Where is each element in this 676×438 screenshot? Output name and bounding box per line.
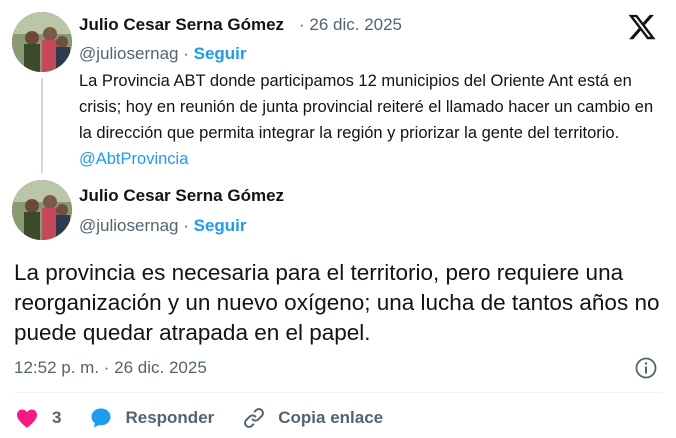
reply-button[interactable]: Responder — [89, 406, 214, 430]
separator: · — [183, 216, 189, 235]
heart-icon — [17, 409, 37, 428]
info-icon[interactable] — [634, 356, 658, 380]
tweet-date[interactable]: · 26 dic. 2025 — [299, 15, 402, 35]
separator: · — [183, 44, 189, 63]
handle-row: @juliosernag · Seguir — [79, 216, 247, 236]
avatar[interactable] — [12, 12, 72, 72]
tweet-text: La provincia es necesaria para el territ… — [14, 260, 660, 345]
reply-label: Responder — [125, 408, 215, 427]
x-logo-icon[interactable] — [626, 12, 658, 42]
link-icon — [244, 408, 265, 428]
copy-link-label: Copia enlace — [278, 408, 384, 427]
thread-line — [41, 78, 43, 173]
divider — [14, 392, 662, 393]
author-handle[interactable]: @juliosernag — [79, 216, 178, 235]
follow-button[interactable]: Seguir — [194, 44, 247, 63]
quoted-tweet-body: La Provincia ABT donde participamos 12 m… — [79, 72, 654, 142]
like-count: 3 — [52, 408, 62, 427]
author-name[interactable]: Julio Cesar Serna Gómez — [79, 186, 284, 206]
author-name[interactable]: Julio Cesar Serna Gómez — [79, 15, 284, 35]
like-button[interactable]: 3 — [14, 406, 61, 430]
author-handle[interactable]: @juliosernag — [79, 44, 178, 63]
action-bar: 3 Responder Copia enlace — [14, 404, 411, 432]
copy-link-button[interactable]: Copia enlace — [242, 406, 383, 430]
quoted-tweet-text: La Provincia ABT donde participamos 12 m… — [79, 68, 659, 172]
tweet-timestamp[interactable]: 12:52 p. m. · 26 dic. 2025 — [14, 358, 207, 378]
avatar[interactable] — [12, 180, 72, 240]
mention-link[interactable]: @AbtProvincia — [79, 150, 188, 168]
handle-row: @juliosernag · Seguir — [79, 44, 247, 64]
follow-button[interactable]: Seguir — [194, 216, 247, 235]
speech-bubble-icon — [91, 408, 111, 428]
